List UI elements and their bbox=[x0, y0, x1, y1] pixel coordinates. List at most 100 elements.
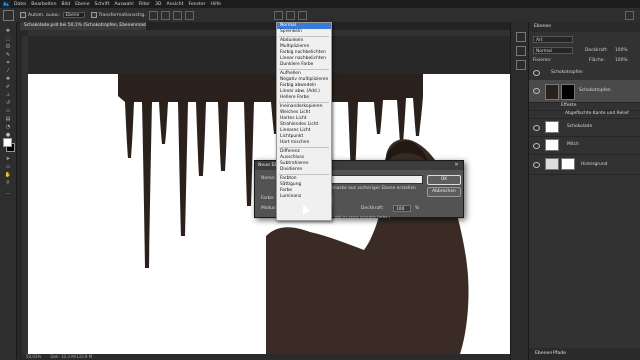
menu-item-auswahl[interactable]: Auswahl bbox=[114, 2, 133, 7]
3d-pan-icon[interactable] bbox=[297, 10, 307, 20]
gradient-icon[interactable]: ▤ bbox=[4, 116, 12, 122]
fill-value[interactable]: 100% bbox=[615, 58, 628, 63]
properties-panel-icon[interactable] bbox=[516, 46, 526, 56]
distribute-icon[interactable] bbox=[184, 10, 194, 20]
path-select-icon[interactable]: ➤ bbox=[4, 156, 12, 162]
layer-name: Schokotropfen bbox=[579, 88, 611, 93]
3d-mode-icon[interactable] bbox=[273, 10, 283, 20]
blend-mode-option[interactable]: Hellere Farbe bbox=[277, 95, 331, 101]
blend-mode-option[interactable]: Hart mischen bbox=[277, 140, 331, 146]
visibility-eye-icon[interactable] bbox=[533, 162, 540, 168]
history-brush-icon[interactable]: ↺ bbox=[4, 100, 12, 106]
menu-separator bbox=[279, 174, 329, 175]
close-icon[interactable]: ✕ bbox=[453, 161, 460, 170]
opacity-unit: % bbox=[415, 206, 420, 211]
foreground-color-swatch[interactable] bbox=[3, 138, 12, 147]
status-zoom[interactable]: 50,03% bbox=[26, 354, 41, 359]
name-label: Name: bbox=[261, 176, 276, 181]
menu-item-filter[interactable]: Filter bbox=[139, 2, 150, 7]
quick-select-icon[interactable]: ✎ bbox=[4, 52, 12, 58]
shape-icon[interactable]: ▭ bbox=[4, 164, 12, 170]
layer-name: Schokolade bbox=[567, 124, 593, 129]
hand-icon[interactable]: ✋ bbox=[4, 172, 12, 178]
tab-ebenen[interactable]: Ebenen bbox=[534, 24, 551, 29]
stamp-icon[interactable]: ⊥ bbox=[4, 92, 12, 98]
blend-mode-option[interactable]: Sprenkeln bbox=[277, 29, 331, 35]
layer-thumbnail bbox=[545, 121, 559, 133]
eyedropper-icon[interactable]: ⁄ bbox=[4, 68, 12, 74]
menu-item-ebene[interactable]: Ebene bbox=[75, 2, 89, 7]
align-left-icon[interactable] bbox=[148, 10, 158, 20]
menu-item-schrift[interactable]: Schrift bbox=[95, 2, 110, 7]
align-right-icon[interactable] bbox=[172, 10, 182, 20]
marquee-icon[interactable]: ⬚ bbox=[4, 36, 12, 42]
visibility-eye-icon[interactable] bbox=[533, 70, 540, 76]
layers-panel: Ebenen Art Normal Deckkraft: 100% Fixier… bbox=[528, 22, 640, 360]
transform-checkbox[interactable] bbox=[90, 12, 97, 18]
ok-button[interactable]: OK bbox=[427, 175, 461, 185]
visibility-eye-icon[interactable] bbox=[533, 88, 540, 94]
opacity-input[interactable]: 100 bbox=[393, 205, 411, 212]
layer-thumbnail bbox=[545, 84, 559, 100]
visibility-eye-icon[interactable] bbox=[533, 125, 540, 131]
layer-mask-thumbnail[interactable] bbox=[561, 158, 575, 170]
fill-label: Fläche: bbox=[589, 58, 605, 63]
align-center-icon[interactable] bbox=[160, 10, 170, 20]
color-label: Farbe: bbox=[261, 196, 275, 201]
autoselect-option[interactable]: Autom. ausw.: Ebene bbox=[20, 12, 85, 18]
cancel-button[interactable]: Abbrechen bbox=[427, 187, 461, 197]
transform-label: Transformationsstrg. bbox=[98, 12, 146, 18]
transform-option[interactable]: Transformationsstrg. bbox=[90, 12, 146, 18]
layer-group-schokotropfen[interactable]: Schokotropfen bbox=[529, 66, 640, 81]
photoshop-logo-icon: Ps bbox=[2, 0, 10, 8]
zoom-icon[interactable]: ⚲ bbox=[4, 180, 12, 186]
status-doc-info[interactable]: Dok: 10,3 M/133,9 M bbox=[51, 354, 93, 359]
layer-blend-mode-select[interactable]: Normal bbox=[533, 47, 573, 54]
blend-mode-option[interactable]: Dividieren bbox=[277, 167, 331, 173]
3d-rotate-icon[interactable] bbox=[285, 10, 295, 20]
layer-name: Schokotropfen bbox=[551, 70, 583, 75]
menu-item-ansicht[interactable]: Ansicht bbox=[166, 2, 183, 7]
menu-item-bild[interactable]: Bild bbox=[62, 2, 71, 7]
menu-item-fenster[interactable]: Fenster bbox=[188, 2, 205, 7]
more-tools-icon[interactable]: … bbox=[4, 190, 12, 196]
healing-icon[interactable]: ✚ bbox=[4, 76, 12, 82]
layer-thumbnail bbox=[545, 139, 559, 151]
workspace-icon[interactable] bbox=[625, 10, 634, 20]
menu-item-bearbeiten[interactable]: Bearbeiten bbox=[31, 2, 56, 7]
layer-blend-mode-value: Normal bbox=[536, 49, 552, 54]
tab-pfade[interactable]: Pfade bbox=[553, 351, 566, 356]
layer-opacity-value[interactable]: 100% bbox=[615, 48, 628, 53]
adjustments-panel-icon[interactable] bbox=[516, 60, 526, 70]
blend-mode-option[interactable]: Luminanz bbox=[277, 194, 331, 200]
move-icon[interactable]: ✥ bbox=[4, 28, 12, 34]
menu-bar: Ps Datei Bearbeiten Bild Ebene Schrift A… bbox=[0, 0, 640, 8]
layer-thumbnail bbox=[545, 158, 559, 170]
layer-hintergrund[interactable]: Hintergrund bbox=[529, 154, 640, 175]
crop-icon[interactable]: ⌗ bbox=[4, 60, 12, 66]
blend-mode-dropdown[interactable]: Normal Sprenkeln Abdunkeln Multiplizieren Fa… bbox=[276, 22, 332, 221]
blend-mode-option[interactable]: Dunklere Farbe bbox=[277, 62, 331, 68]
layer-schokolade[interactable]: Schokolade bbox=[529, 118, 640, 137]
layer-schokotropfen-selected[interactable]: Schokotropfen bbox=[529, 80, 640, 103]
blur-icon[interactable]: ◔ bbox=[4, 124, 12, 130]
autoselect-checkbox[interactable] bbox=[20, 12, 26, 18]
collapsed-panel-strip bbox=[510, 22, 529, 360]
document-tab[interactable]: Schokolade.psd bei 50,1% (Schokotropfen,… bbox=[20, 22, 146, 30]
brush-icon[interactable]: ✐ bbox=[4, 84, 12, 90]
layer-mitch[interactable]: Mitch bbox=[529, 136, 640, 155]
layer-filter-kind[interactable]: Art bbox=[533, 36, 573, 43]
menu-separator bbox=[279, 147, 329, 148]
history-panel-icon[interactable] bbox=[516, 32, 526, 42]
visibility-eye-icon[interactable] bbox=[533, 143, 540, 149]
autoselect-dropdown[interactable]: Ebene bbox=[62, 12, 85, 18]
eraser-icon[interactable]: ▭ bbox=[4, 108, 12, 114]
lasso-icon[interactable]: ʘ bbox=[4, 44, 12, 50]
tab-ebenen-bottom[interactable]: Ebenen bbox=[535, 351, 552, 356]
menu-item-hilfe[interactable]: Hilfe bbox=[210, 2, 220, 7]
menu-item-3d[interactable]: 3D bbox=[155, 2, 161, 7]
menu-item-datei[interactable]: Datei bbox=[14, 2, 26, 7]
layer-mask-thumbnail[interactable] bbox=[561, 84, 575, 100]
layer-name: Mitch bbox=[567, 142, 579, 147]
move-tool-icon[interactable] bbox=[3, 9, 14, 21]
